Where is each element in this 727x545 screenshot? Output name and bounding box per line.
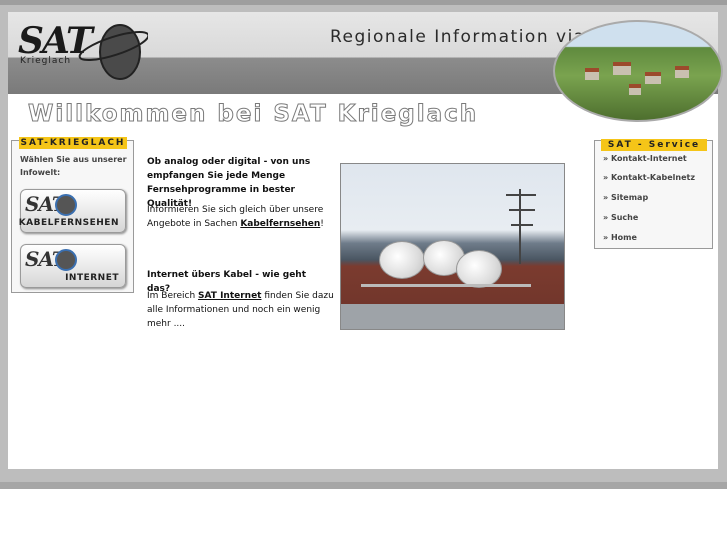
village-photo xyxy=(553,20,723,122)
dish-icon xyxy=(55,194,77,216)
service-link-suche[interactable]: » Suche xyxy=(603,213,638,222)
logo-subtitle: Krieglach xyxy=(20,56,72,66)
button-label: KABELFERNSEHEN xyxy=(18,218,119,228)
service-link-kontakt-kabelnetz[interactable]: » Kontakt-Kabelnetz xyxy=(603,173,695,182)
block1-text: Informieren Sie sich gleich über unsere … xyxy=(147,205,324,229)
sat-logo[interactable]: SAT Krieglach xyxy=(18,18,148,86)
internet-button[interactable]: SAT INTERNET xyxy=(20,244,126,288)
block2-text: Im Bereich SAT Internet finden Sie dazu … xyxy=(147,291,334,329)
service-box-title: SAT - Service xyxy=(601,139,707,151)
left-box-intro: Wählen Sie aus unserer Infowelt: xyxy=(20,155,127,177)
sat-krieglach-box: SAT-KRIEGLACH Wählen Sie aus unserer Inf… xyxy=(11,137,134,293)
satellite-dish-icon xyxy=(78,24,148,80)
service-link-kontakt-internet[interactable]: » Kontakt-Internet xyxy=(603,154,687,163)
welcome-heading: Willkommen bei SAT Krieglach xyxy=(27,101,479,128)
dish-icon xyxy=(55,249,77,271)
sat-internet-link[interactable]: SAT Internet xyxy=(198,291,261,301)
kabelfernsehen-button[interactable]: SAT KABELFERNSEHEN xyxy=(18,189,126,233)
top-border xyxy=(0,0,727,5)
service-link-home[interactable]: » Home xyxy=(603,233,637,242)
satellite-dishes-photo xyxy=(340,163,565,330)
left-box-title: SAT-KRIEGLACH xyxy=(19,137,127,149)
sat-service-box: SAT - Service » Kontakt-Internet » Konta… xyxy=(594,139,713,249)
kabelfernsehen-link[interactable]: Kabelfernsehen xyxy=(240,219,320,229)
button-label: INTERNET xyxy=(65,273,119,283)
bottom-border xyxy=(0,482,727,489)
service-link-sitemap[interactable]: » Sitemap xyxy=(603,193,648,202)
